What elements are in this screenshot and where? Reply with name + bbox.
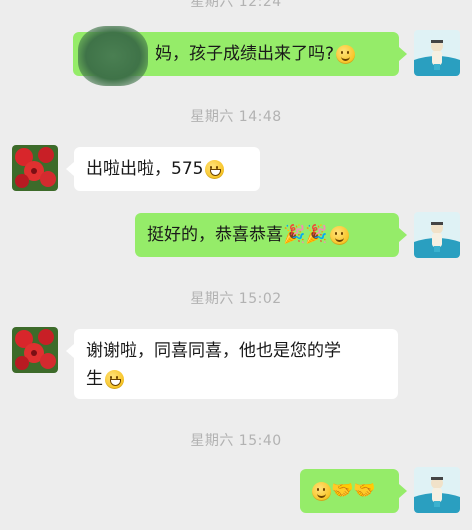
bubble-tail [399, 47, 407, 61]
timestamp: 星期六 14:48 [190, 109, 282, 125]
party-popper-icon: 🎉 [305, 224, 328, 245]
redaction-blur [78, 26, 148, 86]
handshake-icon: 🤝 [331, 480, 354, 501]
message-text: 妈，孩子成绩出来了吗? [155, 44, 335, 64]
message-bubble-received[interactable]: 出啦出啦，575 [74, 147, 260, 191]
smile-emoji-icon [329, 225, 349, 245]
message-bubble-sent[interactable]: 挺好的，恭喜恭喜🎉🎉 [135, 213, 399, 257]
bubble-tail [66, 162, 74, 176]
avatar-contact[interactable] [12, 145, 58, 191]
smile-emoji-icon [312, 481, 331, 501]
message-bubble-sent[interactable]: 🤝🤝 [300, 469, 399, 513]
avatar-self[interactable] [414, 212, 460, 258]
timestamp: 星期六 15:02 [190, 291, 282, 307]
grin-emoji-icon [105, 369, 124, 389]
avatar-self[interactable] [414, 30, 460, 76]
message-text: 出啦出啦，575 [86, 159, 204, 179]
handshake-icon: 🤝 [353, 480, 376, 501]
party-popper-icon: 🎉 [283, 224, 306, 245]
timestamp: 星期六 15:40 [190, 433, 282, 449]
bubble-tail [399, 484, 407, 498]
avatar-self[interactable] [414, 467, 460, 513]
timestamp: 星期六 12:24 [190, 0, 282, 10]
grin-emoji-icon [205, 159, 225, 179]
message-bubble-received[interactable]: 谢谢啦，同喜同喜，他也是您的学 生 [74, 329, 398, 399]
message-text: 生 [86, 369, 103, 389]
bubble-tail [399, 228, 407, 242]
bubble-tail [66, 344, 74, 358]
avatar-contact[interactable] [12, 327, 58, 373]
message-text: 挺好的，恭喜恭喜 [147, 225, 283, 245]
smile-emoji-icon [336, 44, 356, 64]
message-text: 谢谢啦，同喜同喜，他也是您的学 [86, 341, 341, 361]
